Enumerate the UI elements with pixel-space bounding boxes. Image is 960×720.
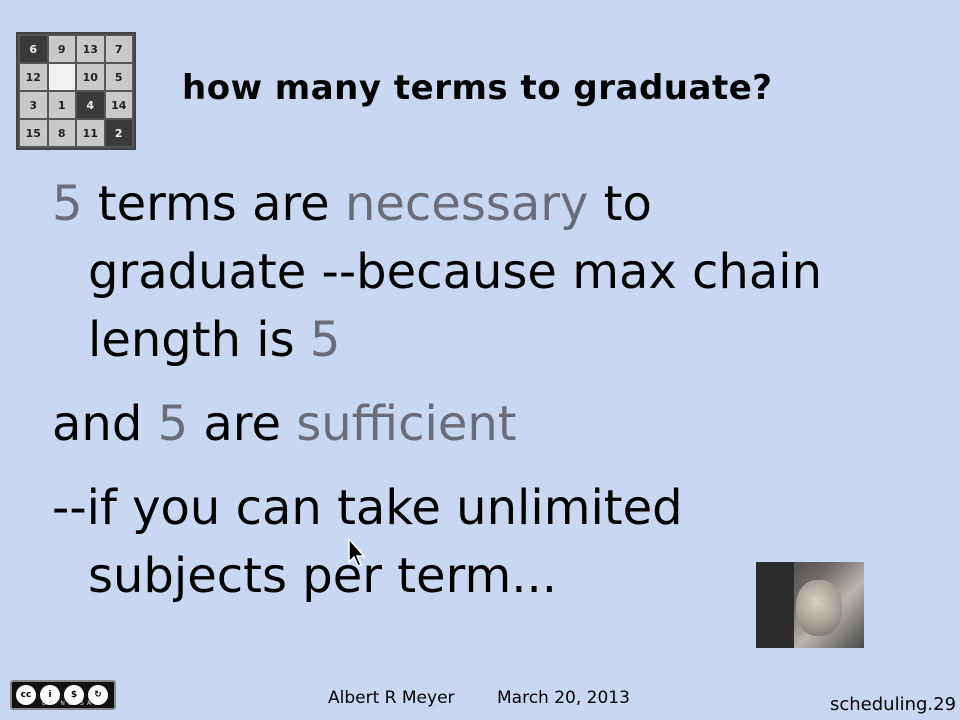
footer-author: Albert R Meyer	[328, 688, 455, 708]
paragraph-necessary: 5 terms are necessary to graduate --beca…	[52, 170, 872, 374]
webcam-shadow	[756, 562, 794, 648]
puzzle-tile: 2	[105, 120, 132, 146]
text-segment: terms are	[82, 176, 345, 232]
cc-icon: cc	[16, 685, 36, 705]
puzzle-tile: 8	[48, 120, 75, 146]
mouse-pointer-icon	[348, 538, 366, 567]
puzzle-tile: 14	[105, 92, 132, 118]
puzzle-tile: 5	[105, 64, 132, 90]
presenter-webcam-image	[756, 562, 864, 648]
puzzle-tile: 13	[77, 36, 104, 62]
paragraph-unlimited: --if you can take unlimited subjects per…	[52, 474, 872, 610]
fifteen-puzzle-logo: 6 9 13 7 12 10 5 3 1 4 14 15 8 11 2	[16, 32, 136, 150]
footer-date: March 20, 2013	[497, 688, 630, 708]
slide-identifier: scheduling.29	[830, 694, 957, 715]
word-sufficient: sufficient	[296, 396, 517, 452]
slide-body: 5 terms are necessary to graduate --beca…	[52, 170, 872, 610]
creative-commons-badge: cc i $ ↻ BY NC SA	[10, 680, 116, 710]
text-segment: and	[52, 396, 158, 452]
puzzle-tile: 6	[20, 36, 47, 62]
puzzle-tile: 7	[105, 36, 132, 62]
webcam-face	[796, 580, 842, 636]
number-five: 5	[157, 396, 189, 452]
puzzle-tile: 15	[20, 120, 47, 146]
puzzle-tile: 11	[77, 120, 104, 146]
puzzle-tile: 3	[20, 92, 47, 118]
license-text: BY NC SA	[42, 700, 94, 707]
text-segment: are	[188, 396, 297, 452]
slide: 6 9 13 7 12 10 5 3 1 4 14 15 8 11 2 how many terms to …	[0, 0, 960, 720]
puzzle-tile: 9	[48, 36, 75, 62]
puzzle-blank-tile	[48, 64, 75, 90]
number-five: 5	[52, 176, 83, 232]
number-five: 5	[309, 312, 341, 368]
puzzle-tile: 1	[48, 92, 75, 118]
slide-title: how many terms to graduate?	[182, 68, 773, 108]
word-necessary: necessary	[344, 176, 589, 232]
puzzle-tile: 12	[20, 64, 47, 90]
paragraph-sufficient: and 5 are sufficient	[52, 390, 872, 458]
puzzle-tile: 4	[77, 92, 104, 118]
puzzle-tile: 10	[77, 64, 104, 90]
